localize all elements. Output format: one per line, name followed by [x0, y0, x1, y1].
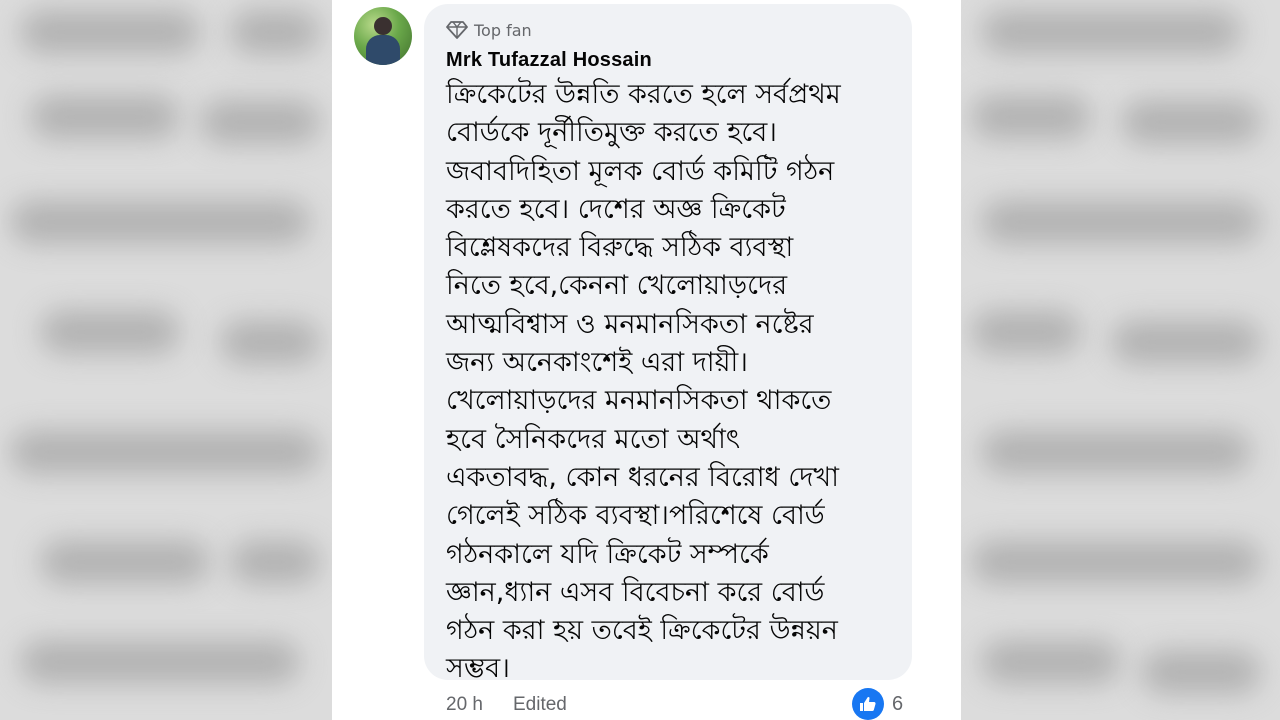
- edited-label[interactable]: Edited: [513, 694, 567, 716]
- comment-line: ক্রিকেটের উন্নতি করতে হলে সর্বপ্রথম: [446, 79, 841, 110]
- comment-line: আত্মবিশ্বাস ও মনমানসিকতা নষ্টের: [446, 308, 814, 340]
- comment-line: হবে সৈনিকদের মতো অর্থাৎ: [446, 423, 741, 455]
- badge-label: Top fan: [474, 20, 532, 40]
- comment-line: জ্ঞান,ধ্যান এসব বিবেচনা করে বোর্ড: [446, 576, 825, 608]
- avatar[interactable]: [354, 7, 412, 65]
- reaction-count: 6: [892, 692, 904, 715]
- blurred-background-right: [961, 0, 1280, 720]
- avatar-body: [366, 35, 400, 65]
- comment-line: গঠন করা হয় তবেই ক্রিকেটের উন্নয়ন: [446, 615, 838, 647]
- comment-line: গঠনকালে যদি ক্রিকেট সম্পর্কে: [446, 538, 769, 570]
- comment-meta: 20 h Edited: [446, 694, 567, 716]
- comment-line: জবাবদিহিতা মূলক বোর্ড কমিটি গঠন: [446, 155, 835, 187]
- comment-line: বোর্ডকে দূর্নীতিমুক্ত করতে হবে।: [446, 117, 777, 149]
- blurred-background-left: [0, 0, 332, 720]
- comment-line: নিতে হবে,কেননা খেলোয়াড়দের: [446, 270, 788, 302]
- comment-line: করতে হবে। দেশের অজ্ঞ ক্রিকেট: [446, 193, 786, 225]
- comment-line: খেলোয়াড়দের মনমানসিকতা থাকতে: [446, 385, 832, 417]
- comment-line: গেলেই সঠিক ব্যবস্থা।পরিশেষে বোর্ড: [446, 500, 825, 532]
- comment-timestamp[interactable]: 20 h: [446, 694, 483, 716]
- reaction-summary[interactable]: 6: [852, 688, 903, 720]
- like-icon: [852, 688, 884, 720]
- diamond-icon: [446, 20, 468, 40]
- avatar-head: [374, 17, 392, 35]
- comment-line: বিশ্লেষকদের বিরুদ্ধে সঠিক ব্যবস্থা: [446, 232, 794, 264]
- comment-line: জন্য অনেকাংশেই এরা দায়ী।: [446, 347, 748, 379]
- top-fan-badge: Top fan: [446, 18, 532, 42]
- comment-text: ক্রিকেটের উন্নতি করতে হলে সর্বপ্রথম বোর্…: [446, 76, 896, 689]
- comment-line: সম্ভব।: [446, 653, 510, 685]
- comment-line: একতাবদ্ধ, কোন ধরনের বিরোধ দেখা: [446, 461, 839, 493]
- comment-author[interactable]: Mrk Tufazzal Hossain: [446, 49, 652, 72]
